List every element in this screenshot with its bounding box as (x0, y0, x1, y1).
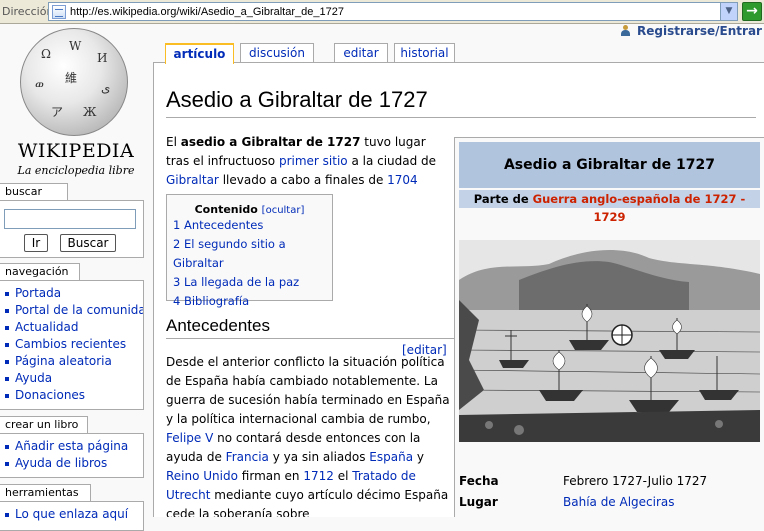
tab-editar[interactable]: editar (334, 43, 388, 63)
nav-item-portal-comunidad[interactable]: Portal de la comunidad (4, 302, 143, 319)
text: a la ciudad de (347, 154, 437, 168)
text: y ya sin aliados (268, 450, 370, 464)
link-1712[interactable]: 1712 (303, 469, 334, 483)
globe-glyph: 維 (65, 71, 78, 85)
tools-link[interactable]: Lo que enlaza aquí (15, 507, 128, 521)
nav-item-actualidad[interactable]: Actualidad (4, 319, 143, 336)
nav-item-pagina-aleatoria[interactable]: Página aleatoria (4, 353, 143, 370)
infobox-part-of: Parte de Guerra anglo-española de 1727 -… (459, 190, 760, 224)
search-button[interactable]: Buscar (60, 234, 116, 252)
infobox-row-lugar: Lugar Bahía de Algeciras (459, 495, 764, 509)
nav-link[interactable]: Página aleatoria (15, 354, 112, 368)
link-war[interactable]: Guerra anglo-española de 1727 - 1729 (533, 192, 746, 224)
search-input[interactable] (4, 209, 136, 229)
book-item-add-page[interactable]: Añadir esta página (4, 438, 143, 455)
section-paragraph: Desde el anterior conflicto la situación… (166, 353, 451, 517)
go-arrow-icon[interactable]: → (742, 2, 762, 21)
text: y (413, 450, 424, 464)
globe-glyph: ወ (35, 77, 44, 91)
toc-title-row: Contenido [ocultar] (171, 203, 328, 216)
nav-link[interactable]: Donaciones (15, 388, 85, 402)
globe-glyph: Ж (83, 105, 97, 119)
nav-link[interactable]: Ayuda (15, 371, 52, 385)
user-icon (620, 25, 631, 37)
infobox-row-fecha: Fecha Febrero 1727-Julio 1727 (459, 474, 764, 488)
globe-glyph: ی (101, 81, 111, 95)
tools-header: herramientas (0, 484, 91, 502)
nav-item-donaciones[interactable]: Donaciones (4, 387, 143, 404)
url-text[interactable]: http://es.wikipedia.org/wiki/Asedio_a_Gi… (70, 6, 344, 18)
link-bahia-algeciras[interactable]: Bahía de Algeciras (563, 495, 675, 509)
tools-item-whatlinkshere[interactable]: Lo que enlaza aquí (4, 506, 143, 523)
book-portlet: Añadir esta página Ayuda de libros (0, 433, 144, 478)
text: El (166, 135, 181, 149)
tab-articulo[interactable]: artículo (165, 43, 234, 64)
book-link[interactable]: Ayuda de libros (15, 456, 107, 470)
url-field[interactable]: http://es.wikipedia.org/wiki/Asedio_a_Gi… (48, 2, 738, 21)
navigation-header: navegación (0, 263, 80, 281)
personal-tools[interactable]: Registrarse/Entrar (620, 24, 762, 38)
book-link[interactable]: Añadir esta página (15, 439, 128, 453)
infobox-title: Asedio a Gibraltar de 1727 (459, 142, 760, 188)
logo-tagline: La enciclopedia libre (17, 164, 135, 177)
globe-glyph: ア (51, 105, 64, 119)
row-value: Febrero 1727-Julio 1727 (563, 474, 708, 488)
toc-item[interactable]: 3 La llegada de la paz (171, 273, 328, 292)
page-title: Asedio a Gibraltar de 1727 (166, 87, 756, 118)
siege-engraving-image[interactable] (459, 240, 760, 442)
address-label: Dirección (2, 5, 54, 18)
nav-link[interactable]: Portada (15, 286, 61, 300)
table-of-contents: Contenido [ocultar] 1 Antecedentes 2 El … (166, 194, 333, 308)
text: llevado a cabo a finales de (218, 173, 388, 187)
globe-glyph: W (69, 39, 82, 53)
nav-item-ayuda[interactable]: Ayuda (4, 370, 143, 387)
row-key: Fecha (459, 474, 499, 488)
wikipedia-logo[interactable]: Ω W И ወ 維 ی ア Ж WIKIPEDIA La enciclopedi… (6, 26, 146, 181)
link-1704[interactable]: 1704 (387, 173, 418, 187)
link-felipe-v[interactable]: Felipe V (166, 431, 213, 445)
toc-item[interactable]: 1 Antecedentes (171, 216, 328, 235)
nav-link[interactable]: Portal de la comunidad (15, 303, 143, 317)
login-link[interactable]: Registrarse/Entrar (637, 24, 762, 38)
nav-item-cambios-recientes[interactable]: Cambios recientes (4, 336, 143, 353)
text: firman en (237, 469, 304, 483)
puzzle-globe-icon: Ω W И ወ 維 ی ア Ж (20, 28, 128, 136)
logo-wordmark: WIKIPEDIA (17, 140, 135, 162)
toc-title: Contenido (194, 203, 258, 216)
text: el (333, 469, 353, 483)
book-item-help[interactable]: Ayuda de libros (4, 455, 143, 472)
link-gibraltar[interactable]: Gibraltar (166, 173, 219, 187)
text: Parte de (473, 192, 533, 206)
link-espana[interactable]: España (369, 450, 413, 464)
navigation-portlet: Portada Portal de la comunidad Actualida… (0, 280, 144, 410)
book-header: crear un libro (0, 416, 88, 434)
address-bar: Dirección http://es.wikipedia.org/wiki/A… (0, 0, 764, 24)
toc-item[interactable]: 2 El segundo sitio a Gibraltar (171, 235, 328, 273)
tab-historial[interactable]: historial (394, 43, 455, 63)
nav-link[interactable]: Actualidad (15, 320, 79, 334)
content-area: Asedio a Gibraltar de 1727 El asedio a G… (153, 62, 764, 517)
tools-portlet: Lo que enlaza aquí (0, 501, 144, 531)
link-reino-unido[interactable]: Reino Unido (166, 469, 238, 483)
link-primer-sitio[interactable]: primer sitio (279, 154, 348, 168)
tab-discusion[interactable]: discusión (240, 43, 314, 63)
go-button[interactable]: Ir (24, 234, 48, 252)
row-key: Lugar (459, 495, 498, 509)
globe-glyph: Ω (41, 47, 51, 61)
bold-term: asedio a Gibraltar de 1727 (180, 135, 361, 149)
search-portlet: Ir Buscar (0, 200, 144, 258)
intro-paragraph: El asedio a Gibraltar de 1727 tuvo lugar… (166, 133, 451, 190)
nav-link[interactable]: Cambios recientes (15, 337, 126, 351)
section-heading: Antecedentes (166, 316, 456, 339)
search-header: buscar (0, 183, 68, 201)
text: Desde el anterior conflicto la situación… (166, 355, 450, 426)
chevron-down-icon[interactable]: ▼ (720, 3, 737, 20)
toc-hide-link[interactable]: [ocultar] (262, 205, 305, 216)
nav-item-portada[interactable]: Portada (4, 285, 143, 302)
infobox: Asedio a Gibraltar de 1727 Parte de Guer… (454, 137, 764, 517)
page-icon (52, 4, 66, 19)
link-francia[interactable]: Francia (226, 450, 269, 464)
toc-item[interactable]: 4 Bibliografía (171, 292, 328, 311)
globe-glyph: И (97, 51, 108, 65)
